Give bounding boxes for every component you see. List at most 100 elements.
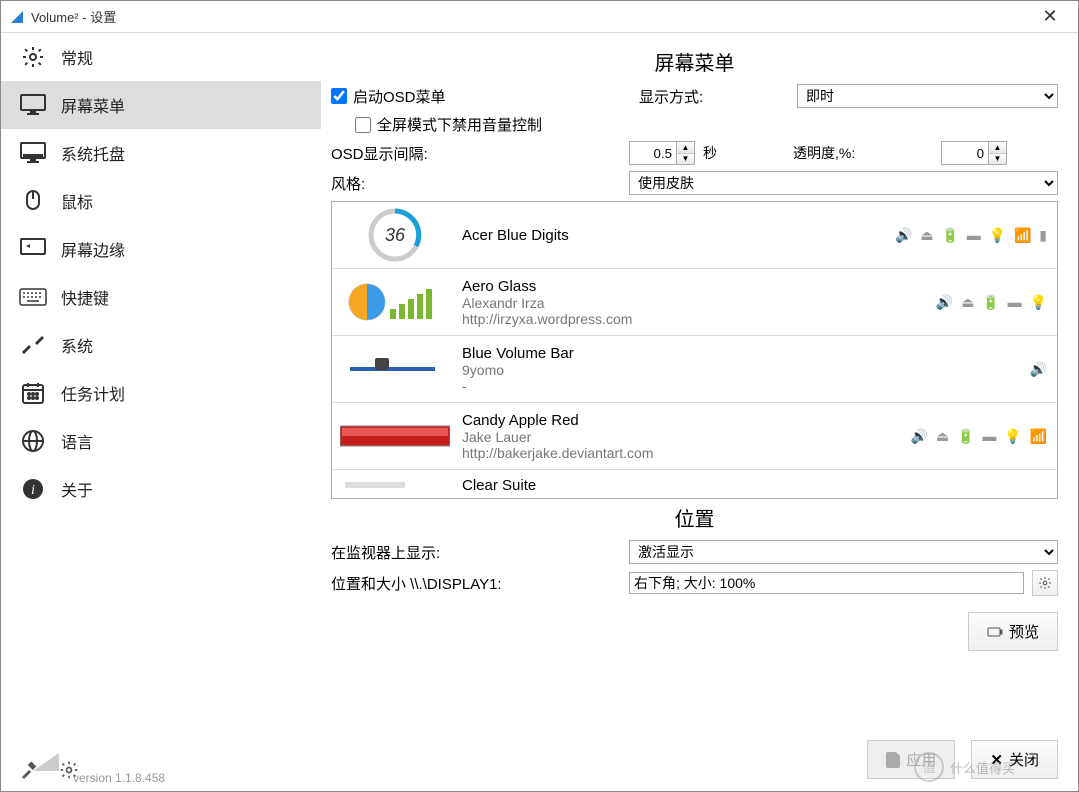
sidebar-item-schedule[interactable]: 任务计划 [1,369,321,417]
sidebar-item-mouse[interactable]: 鼠标 [1,177,321,225]
spin-down-icon[interactable]: ▼ [989,154,1006,165]
sidebar-item-system[interactable]: 系统 [1,321,321,369]
sidebar-item-label: 关于 [61,477,93,501]
interval-input[interactable] [630,142,676,164]
main-panel: 屏幕菜单 启动OSD菜单 显示方式: 即时 全屏模式下禁用音量控制 [321,33,1078,791]
skin-info: Aero Glass Alexandr Irza http://irzyxa.w… [462,278,924,327]
possize-label: 位置和大小 \\.\DISPLAY1: [331,573,621,594]
sidebar-item-label: 屏幕边缘 [61,237,125,261]
skin-item[interactable]: Aero Glass Alexandr Irza http://irzyxa.w… [332,269,1057,336]
preview-button[interactable]: 预览 [968,612,1058,651]
style-select[interactable]: 使用皮肤 [629,171,1058,195]
sidebar-footer: 2 version 1.1.8.458 [1,721,321,791]
info-icon: i [19,479,47,499]
skin-author: 9yomo [462,362,1018,378]
enable-osd-checkbox[interactable]: 启动OSD菜单 [331,86,631,107]
footer-buttons: 应用 ✕ 关闭 [867,740,1058,779]
apply-button[interactable]: 应用 [867,740,955,779]
titlebar: Volume² - 设置 ✕ [1,1,1078,33]
skin-name: Acer Blue Digits [462,227,883,244]
section-title-osd: 屏幕菜单 [331,47,1058,76]
skin-thumb-candy [340,409,450,463]
skin-name: Blue Volume Bar [462,345,1018,362]
sidebar-item-label: 系统托盘 [61,141,125,165]
possize-settings-button[interactable] [1032,570,1058,596]
monitor-row: 在监视器上显示: 激活显示 [331,540,1058,564]
opacity-input[interactable] [942,142,988,164]
sidebar-item-about[interactable]: i 关于 [1,465,321,513]
close-icon[interactable]: ✕ [1030,6,1070,27]
skin-item[interactable]: Clear Suite [332,470,1057,498]
interval-unit: 秒 [703,143,717,163]
opacity-label: 透明度,%: [793,143,933,163]
sidebar-item-label: 语言 [61,429,93,453]
monitor-label: 在监视器上显示: [331,542,621,563]
skin-author: Alexandr Irza [462,295,924,311]
enable-osd-input[interactable] [331,88,347,104]
window-title: Volume² - 设置 [31,7,1030,26]
sidebar: 常规 屏幕菜单 系统托盘 鼠标 屏幕边缘 [1,33,321,791]
sidebar-item-hotkeys[interactable]: 快捷键 [1,273,321,321]
sidebar-item-label: 快捷键 [61,285,109,309]
skin-url: http://bakerjake.deviantart.com [462,445,899,461]
possize-input[interactable] [629,572,1024,594]
skin-list[interactable]: 36 Acer Blue Digits 🔊 ⏏ 🔋 ▬ 💡 📶 ▮ Aero G… [331,201,1058,499]
skin-feature-icons: 🔊 ⏏ 🔋 ▬ 💡 📶 [911,428,1049,445]
skin-info: Candy Apple Red Jake Lauer http://bakerj… [462,412,899,461]
skin-thumb-bluebar [340,342,450,396]
mouse-icon [19,191,47,211]
tray-icon [19,143,47,163]
skin-thumb-aero [340,275,450,329]
battery-icon [987,626,1003,638]
sidebar-items: 常规 屏幕菜单 系统托盘 鼠标 屏幕边缘 [1,33,321,721]
skin-url: http://irzyxa.wordpress.com [462,311,924,327]
version-text: version 1.1.8.458 [73,771,165,785]
interval-label: OSD显示间隔: [331,143,621,164]
sidebar-item-label: 屏幕菜单 [61,93,125,117]
spin-up-icon[interactable]: ▲ [677,142,694,154]
close-x-icon: ✕ [990,751,1003,769]
skin-info: Acer Blue Digits [462,227,883,244]
opacity-spinner[interactable]: ▲▼ [941,141,1007,165]
close-button[interactable]: ✕ 关闭 [971,740,1058,779]
skin-item[interactable]: 36 Acer Blue Digits 🔊 ⏏ 🔋 ▬ 💡 📶 ▮ [332,202,1057,269]
monitor-icon [19,95,47,115]
skin-feature-icons: 🔊 ⏏ 🔋 ▬ 💡 [936,294,1049,311]
keyboard-icon [19,287,47,307]
skin-url: - [462,378,1018,394]
sidebar-item-osd[interactable]: 屏幕菜单 [1,81,321,129]
sidebar-item-tray[interactable]: 系统托盘 [1,129,321,177]
fullscreen-disable-input[interactable] [355,117,371,133]
schedule-icon [19,383,47,403]
skin-item[interactable]: Candy Apple Red Jake Lauer http://bakerj… [332,403,1057,470]
svg-text:36: 36 [385,225,406,245]
display-mode-label: 显示方式: [639,86,789,107]
skin-item[interactable]: Blue Volume Bar 9yomo - 🔊 [332,336,1057,403]
enable-osd-label: 启动OSD菜单 [353,86,446,107]
display-mode-select[interactable]: 即时 [797,84,1058,108]
preview-row: 预览 [331,612,1058,651]
fullscreen-disable-checkbox[interactable]: 全屏模式下禁用音量控制 [355,114,542,135]
monitor-select[interactable]: 激活显示 [629,540,1058,564]
app-logo-icon [9,9,25,25]
skin-feature-icons: 🔊 ⏏ 🔋 ▬ 💡 📶 ▮ [895,227,1049,244]
sidebar-item-language[interactable]: 语言 [1,417,321,465]
skin-feature-icons: 🔊 [1030,361,1049,378]
interval-row: OSD显示间隔: ▲▼ 秒 透明度,%: ▲▼ [331,141,1058,165]
sidebar-item-label: 常规 [61,45,93,69]
sidebar-item-edges[interactable]: 屏幕边缘 [1,225,321,273]
skin-author: Jake Lauer [462,429,899,445]
enable-row: 启动OSD菜单 显示方式: 即时 [331,84,1058,108]
spin-down-icon[interactable]: ▼ [677,154,694,165]
fullscreen-row: 全屏模式下禁用音量控制 [331,114,1058,135]
gear-icon [1038,576,1052,590]
interval-spinner[interactable]: ▲▼ [629,141,695,165]
spin-up-icon[interactable]: ▲ [989,142,1006,154]
sidebar-item-label: 鼠标 [61,189,93,213]
sidebar-item-general[interactable]: 常规 [1,33,321,81]
skin-name: Aero Glass [462,278,924,295]
svg-text:i: i [31,483,35,498]
fullscreen-disable-label: 全屏模式下禁用音量控制 [377,114,542,135]
sidebar-item-label: 任务计划 [61,381,125,405]
skin-thumb-acer: 36 [340,208,450,262]
